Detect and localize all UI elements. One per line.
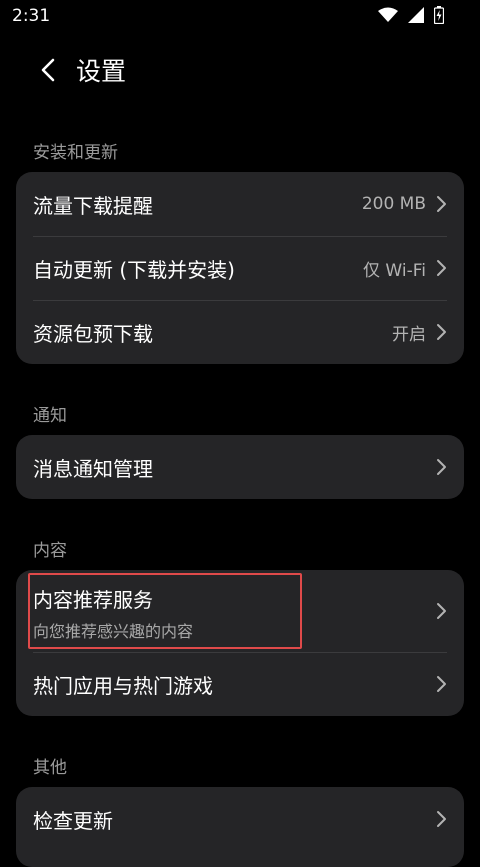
setting-row-check-update[interactable]: 检查更新 <box>16 787 464 851</box>
setting-value: 200 MB <box>361 194 426 214</box>
battery-icon <box>434 6 444 24</box>
back-button[interactable] <box>28 50 68 90</box>
status-bar: 2:31 <box>0 0 480 34</box>
setting-row-notification-management[interactable]: 消息通知管理 <box>16 435 464 499</box>
section-title-content: 内容 <box>33 541 67 561</box>
chevron-right-icon <box>437 459 446 475</box>
card-notification: 消息通知管理 <box>16 435 464 499</box>
signal-icon <box>408 7 424 23</box>
status-time: 2:31 <box>12 6 51 26</box>
page-title: 设置 <box>76 57 127 86</box>
setting-row-resource-predownload[interactable]: 资源包预下载 开启 <box>16 300 464 364</box>
section-title-notification: 通知 <box>33 406 67 426</box>
status-icons <box>378 6 444 24</box>
card-install-update: 流量下载提醒 200 MB 自动更新 (下载并安装) 仅 Wi-Fi 资源包预下… <box>16 172 464 364</box>
setting-label: 热门应用与热门游戏 <box>33 673 213 698</box>
chevron-right-icon <box>437 603 446 619</box>
chevron-right-icon <box>437 260 446 276</box>
setting-row-auto-update[interactable]: 自动更新 (下载并安装) 仅 Wi-Fi <box>16 236 464 300</box>
setting-label: 检查更新 <box>33 808 113 833</box>
section-title-install-update: 安装和更新 <box>33 143 118 163</box>
chevron-right-icon <box>437 811 446 827</box>
card-content: 内容推荐服务 向您推荐感兴趣的内容 热门应用与热门游戏 <box>16 570 464 716</box>
setting-row-data-download-reminder[interactable]: 流量下载提醒 200 MB <box>16 172 464 236</box>
setting-label: 自动更新 (下载并安装) <box>33 257 235 282</box>
chevron-right-icon <box>437 196 446 212</box>
chevron-right-icon <box>437 324 446 340</box>
setting-description: 向您推荐感兴趣的内容 <box>33 622 194 641</box>
card-other: 检查更新 <box>16 787 464 867</box>
setting-label: 流量下载提醒 <box>33 193 153 218</box>
wifi-icon <box>378 7 398 22</box>
setting-value: 仅 Wi-Fi <box>363 260 426 281</box>
chevron-right-icon <box>437 676 446 692</box>
setting-row-content-recommendation[interactable]: 内容推荐服务 向您推荐感兴趣的内容 <box>16 570 464 652</box>
setting-value: 开启 <box>392 324 426 345</box>
app-header: 设置 <box>0 48 480 92</box>
back-arrow-icon <box>41 58 55 82</box>
setting-label: 内容推荐服务 <box>33 588 153 612</box>
setting-label: 资源包预下载 <box>33 321 153 346</box>
setting-row-popular-apps-games[interactable]: 热门应用与热门游戏 <box>16 652 464 716</box>
section-title-other: 其他 <box>33 758 67 778</box>
setting-label: 消息通知管理 <box>33 456 153 481</box>
